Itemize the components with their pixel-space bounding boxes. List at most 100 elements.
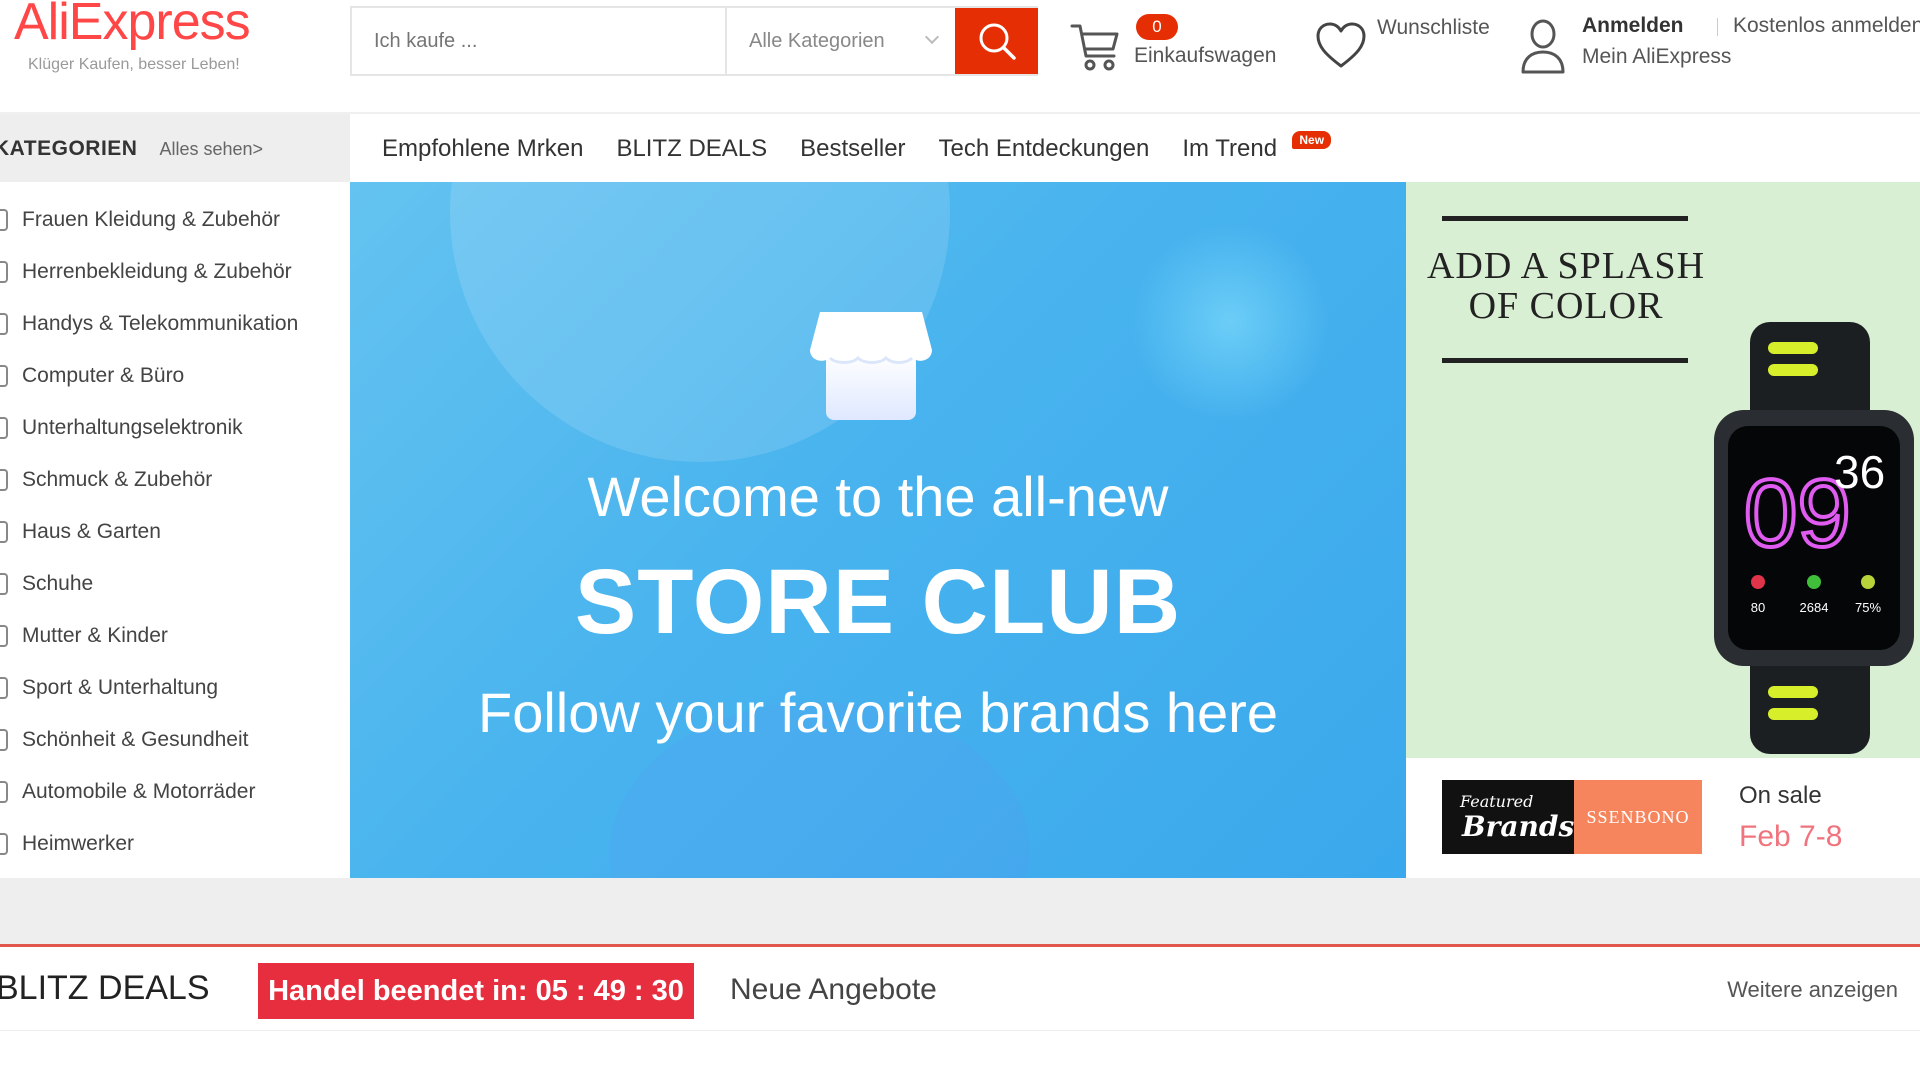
brands-label: Brands bbox=[1462, 810, 1575, 843]
category-icon bbox=[0, 469, 8, 491]
account: Anmelden Kostenlos anmelden Mein AliExpr… bbox=[1520, 12, 1920, 82]
see-all-link[interactable]: Alles sehen> bbox=[159, 139, 263, 160]
cart[interactable]: 0 Einkaufswagen bbox=[1070, 12, 1290, 72]
category-icon bbox=[0, 417, 8, 439]
categories-header: KATEGORIEN Alles sehen> bbox=[0, 114, 350, 184]
register-link[interactable]: Kostenlos anmelden bbox=[1713, 14, 1920, 38]
spacer-band bbox=[0, 878, 1920, 944]
logo-text: AliExpress bbox=[14, 0, 251, 51]
wishlist[interactable]: Wunschliste bbox=[1315, 12, 1505, 82]
cart-count-badge: 0 bbox=[1136, 14, 1178, 40]
flash-deals-bar: BLITZ DEALS Handel beendet in: 05 : 49 :… bbox=[0, 947, 1920, 1031]
sidebar-item-computer[interactable]: Computer & Büro bbox=[0, 350, 350, 402]
promo-title-line1: ADD A SPLASH bbox=[1426, 245, 1706, 287]
hero-title: STORE CLUB bbox=[574, 551, 1182, 653]
divider bbox=[1442, 358, 1688, 363]
brand-logo: SSENBONO bbox=[1574, 780, 1702, 854]
hero-banner[interactable]: Welcome to the all-new STORE CLUB Follow… bbox=[350, 182, 1406, 878]
aliexpress-homepage: AliExpress Klüger Kaufen, besser Leben! … bbox=[0, 0, 1920, 1080]
sidebar-item-label: Automobile & Motorräder bbox=[22, 780, 256, 803]
sidebar-item-women[interactable]: Frauen Kleidung & Zubehör bbox=[0, 194, 350, 246]
nav-row: KATEGORIEN Alles sehen> Empfohlene Mrken… bbox=[0, 112, 1920, 184]
signin-link[interactable]: Anmelden bbox=[1582, 14, 1684, 38]
sidebar-item-phones[interactable]: Handys & Telekommunikation bbox=[0, 298, 350, 350]
sidebar-item-electronics[interactable]: Unterhaltungselektronik bbox=[0, 402, 350, 454]
sidebar-item-sport[interactable]: Sport & Unterhaltung bbox=[0, 662, 350, 714]
user-icon bbox=[1521, 19, 1565, 74]
heart-icon bbox=[1316, 22, 1366, 68]
search-bar: Alle Kategorien bbox=[350, 6, 1038, 76]
watch-minute: 36 bbox=[1834, 446, 1885, 498]
watch-stat: 75% bbox=[1855, 600, 1881, 615]
chevron-down-icon bbox=[924, 29, 940, 45]
sidebar-item-jewelry[interactable]: Schmuck & Zubehör bbox=[0, 454, 350, 506]
logo[interactable]: AliExpress Klüger Kaufen, besser Leben! bbox=[14, 0, 294, 74]
promo-title-line2: OF COLOR bbox=[1468, 285, 1664, 327]
sidebar-item-tools[interactable]: Heimwerker bbox=[0, 818, 350, 870]
nav-link-trending-label: Im Trend bbox=[1182, 135, 1278, 162]
category-icon bbox=[0, 833, 8, 855]
sidebar-item-beauty[interactable]: Schönheit & Gesundheit bbox=[0, 714, 350, 766]
category-icon bbox=[0, 261, 8, 283]
nav-link-tech[interactable]: Tech Entdeckungen bbox=[939, 135, 1150, 163]
watch-stat: 80 bbox=[1751, 600, 1765, 615]
search-button[interactable] bbox=[955, 8, 1038, 74]
sidebar-item-label: Mutter & Kinder bbox=[22, 624, 168, 647]
cart-label: Einkaufswagen bbox=[1134, 44, 1277, 67]
nav-link-featured-brands[interactable]: Empfohlene Mrken bbox=[382, 135, 583, 163]
decorative-glow bbox=[1130, 222, 1330, 422]
sidebar-item-label: Schmuck & Zubehör bbox=[22, 468, 213, 491]
sidebar-item-label: Sport & Unterhaltung bbox=[22, 676, 219, 699]
promo-title: ADD A SPLASH OF COLOR bbox=[1426, 246, 1706, 326]
sidebar-item-kids[interactable]: Mutter & Kinder bbox=[0, 610, 350, 662]
promo-banner[interactable]: ADD A SPLASH OF COLOR 09 36 80 2684 75% bbox=[1406, 182, 1920, 758]
category-icon bbox=[0, 625, 8, 647]
sale-date: Feb 7-8 bbox=[1739, 820, 1843, 853]
nav-links: Empfohlene Mrken BLITZ DEALS Bestseller … bbox=[382, 114, 1332, 184]
category-icon bbox=[0, 781, 8, 803]
sidebar-item-label: Frauen Kleidung & Zubehör bbox=[22, 208, 280, 231]
category-icon bbox=[0, 209, 8, 231]
sidebar-item-label: Handys & Telekommunikation bbox=[22, 312, 299, 335]
nav-link-flash-deals[interactable]: BLITZ DEALS bbox=[616, 135, 767, 163]
nav-link-bestseller[interactable]: Bestseller bbox=[800, 135, 905, 163]
category-icon bbox=[0, 677, 8, 699]
sidebar-item-label: Heimwerker bbox=[22, 832, 135, 855]
cart-icon bbox=[1070, 24, 1119, 71]
category-select[interactable]: Alle Kategorien bbox=[725, 8, 955, 74]
sidebar-item-label: Unterhaltungselektronik bbox=[22, 416, 243, 439]
smartwatch-image: 09 36 80 2684 75% bbox=[1714, 322, 1914, 754]
divider bbox=[1442, 216, 1688, 221]
search-icon bbox=[979, 23, 1016, 60]
search-input[interactable] bbox=[352, 8, 725, 74]
watch-stat: 2684 bbox=[1800, 600, 1829, 615]
deals-content-area bbox=[0, 1031, 1920, 1080]
featured-brands-strip[interactable]: Featured Brands SSENBONO On sale Feb 7-8 bbox=[1406, 758, 1920, 878]
category-icon bbox=[0, 365, 8, 387]
sidebar-item-label: Schönheit & Gesundheit bbox=[22, 728, 249, 751]
category-icon bbox=[0, 521, 8, 543]
my-account-link[interactable]: Mein AliExpress bbox=[1582, 45, 1731, 69]
categories-title: KATEGORIEN bbox=[0, 137, 138, 160]
new-offers-link[interactable]: Neue Angebote bbox=[730, 973, 937, 1007]
show-more-link[interactable]: Weitere anzeigen bbox=[1727, 977, 1898, 1003]
store-icon bbox=[810, 312, 932, 420]
nav-link-trending[interactable]: Im Trend New bbox=[1182, 131, 1332, 163]
sidebar-item-men[interactable]: Herrenbekleidung & Zubehör bbox=[0, 246, 350, 298]
sidebar-item-label: Computer & Büro bbox=[22, 364, 185, 387]
sidebar-item-home[interactable]: Haus & Garten bbox=[0, 506, 350, 558]
featured-label: Featured bbox=[1460, 792, 1534, 811]
sidebar-item-shoes[interactable]: Schuhe bbox=[0, 558, 350, 610]
category-icon bbox=[0, 313, 8, 335]
sidebar-item-automotive[interactable]: Automobile & Motorräder bbox=[0, 766, 350, 818]
category-select-value: Alle Kategorien bbox=[749, 29, 885, 52]
hero-tagline: Follow your favorite brands here bbox=[478, 681, 1278, 744]
sidebar-item-label: Haus & Garten bbox=[22, 520, 161, 543]
flash-deals-title: BLITZ DEALS bbox=[0, 969, 210, 1007]
category-icon bbox=[0, 573, 8, 595]
tagline: Klüger Kaufen, besser Leben! bbox=[28, 56, 240, 73]
hero-subtitle: Welcome to the all-new bbox=[587, 465, 1169, 528]
header: AliExpress Klüger Kaufen, besser Leben! … bbox=[0, 0, 1920, 112]
new-badge: New bbox=[1292, 131, 1332, 149]
category-sidebar: Frauen Kleidung & Zubehör Herrenbekleidu… bbox=[0, 182, 350, 878]
